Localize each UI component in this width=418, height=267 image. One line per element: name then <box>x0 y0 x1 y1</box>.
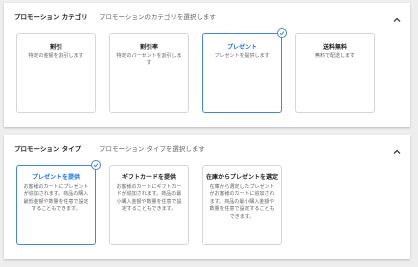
category-panel-title: プロモーション カテゴリ <box>14 13 88 21</box>
category-panel-subtitle: プロモーションのカテゴリを選択します <box>99 13 216 21</box>
card-description: 在庫から選定したプレゼントがお客様のカートに追加されます。商品の最小購入金額や数… <box>209 184 275 220</box>
card-description: お客様のカートにギフトカードが追加されます。商品の最小購入金額や数量を任意で設定… <box>116 184 182 213</box>
check-circle-icon <box>277 28 287 38</box>
card-title: ギフトカードを提供 <box>121 174 176 181</box>
card-description: プレゼントを提供します <box>214 53 270 59</box>
type-card-give-gift-card[interactable]: ギフトカードを提供 お客様のカートにギフトカードが追加されます。商品の最小購入金… <box>109 165 189 245</box>
category-card-gift[interactable]: プレゼント プレゼントを提供します <box>202 33 282 113</box>
card-description: 特定の金額を割引します <box>28 53 84 59</box>
type-card-give-gift[interactable]: プレゼントを提供 お客様のカートにプレゼントが追加されます。商品の購入最低金額や… <box>16 165 96 245</box>
promotion-type-panel: プロモーション タイプ プロモーション タイプを選択します プレゼントを提供 お… <box>4 135 410 259</box>
check-circle-icon <box>91 160 101 170</box>
card-title: 在庫からプレゼントを選定 <box>205 174 278 181</box>
card-title: 割引 <box>49 44 62 51</box>
category-card-discount[interactable]: 割引 特定の金額を割引します <box>16 33 96 113</box>
chevron-up-icon[interactable] <box>392 142 402 154</box>
card-description: 無料で配送します <box>314 53 355 59</box>
type-panel-header[interactable]: プロモーション タイプ プロモーション タイプを選択します <box>4 135 410 159</box>
type-panel-subtitle: プロモーション タイプを選択します <box>99 145 205 153</box>
promotion-category-panel: プロモーション カテゴリ プロモーションのカテゴリを選択します 割引 特定の金額… <box>4 3 410 127</box>
card-title: 送料無料 <box>322 44 347 51</box>
card-description: 特定のパーセントを割引します <box>116 53 182 67</box>
card-title: プレゼントを提供 <box>31 174 80 181</box>
chevron-up-icon[interactable] <box>392 10 402 22</box>
type-card-select-gift-from-inventory[interactable]: 在庫からプレゼントを選定 在庫から選定したプレゼントがお客様のカートに追加されま… <box>202 165 282 245</box>
card-description: お客様のカートにプレゼントが追加されます。商品の購入最低金額や数量を任意で設定す… <box>23 184 89 213</box>
category-card-percent-discount[interactable]: 割引率 特定のパーセントを割引します <box>109 33 189 113</box>
card-title: 割引率 <box>139 44 158 51</box>
category-card-free-shipping[interactable]: 送料無料 無料で配送します <box>295 33 375 113</box>
card-title: プレゼント <box>226 44 257 51</box>
category-panel-header[interactable]: プロモーション カテゴリ プロモーションのカテゴリを選択します <box>4 3 410 27</box>
type-panel-title: プロモーション タイプ <box>14 145 82 153</box>
